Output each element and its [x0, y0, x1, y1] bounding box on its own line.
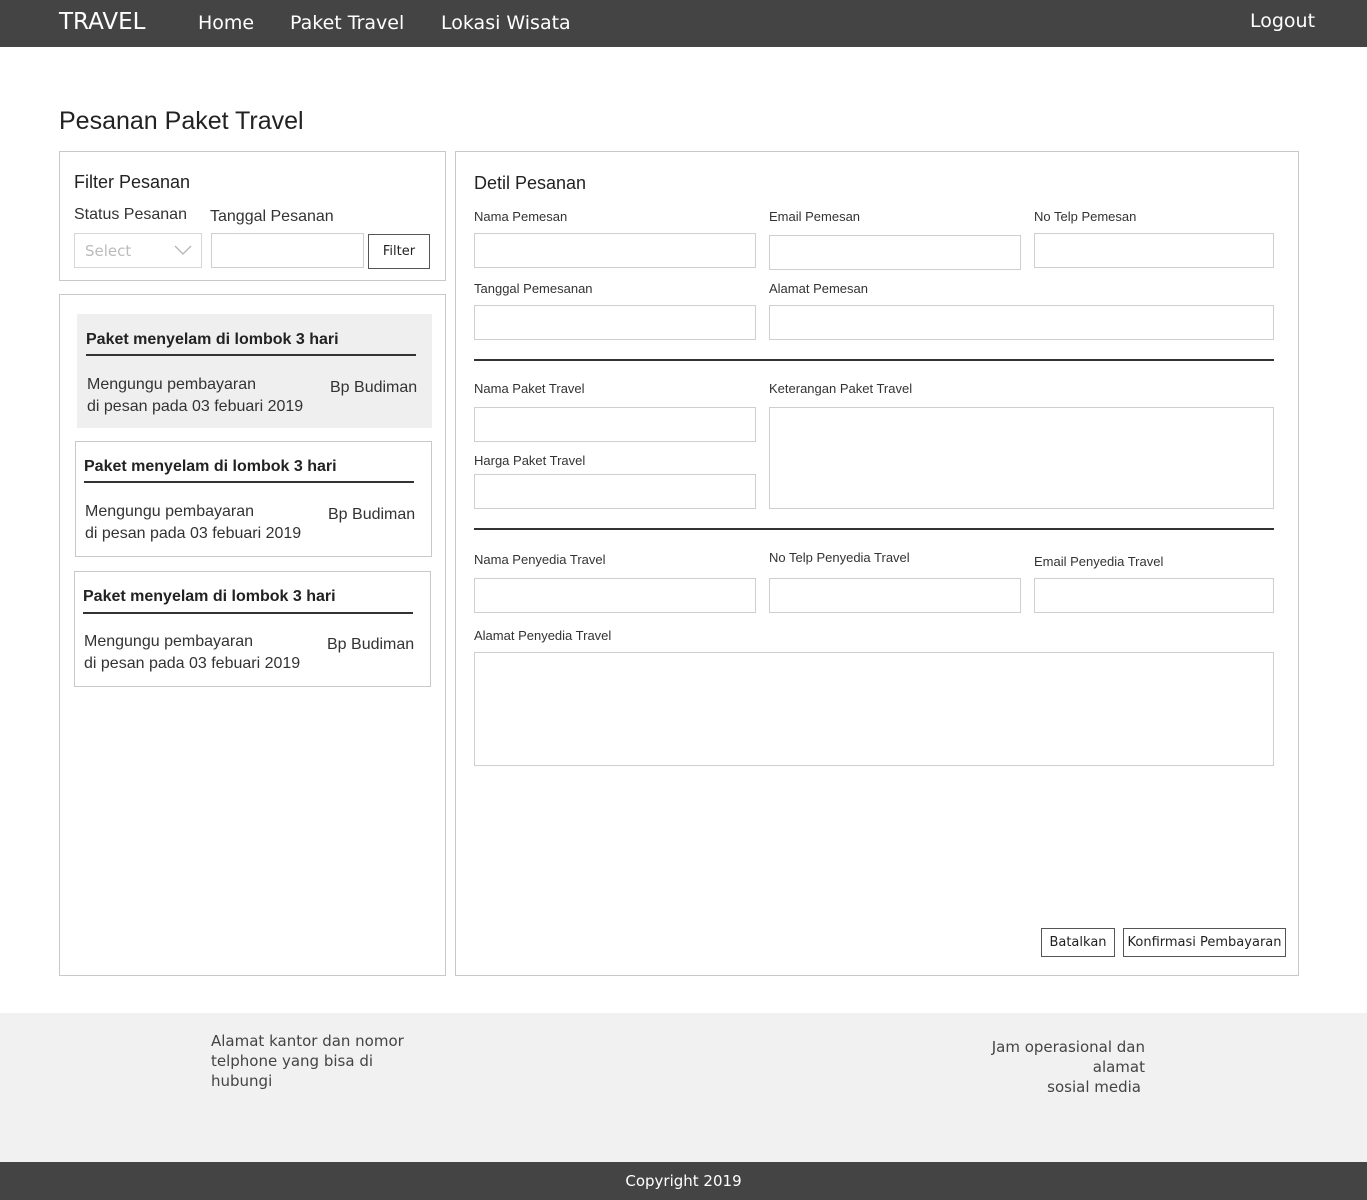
footer-contact-info: Alamat kantor dan nomor telphone yang bi… — [211, 1031, 404, 1091]
brand-logo[interactable]: TRAVEL — [59, 9, 145, 35]
order-divider — [86, 354, 416, 356]
order-divider — [84, 481, 414, 483]
footer-contact-line: telphone yang bisa di — [211, 1052, 374, 1070]
nav-link-paket-travel[interactable]: Paket Travel — [290, 12, 404, 34]
email-pemesan-label: Email Pemesan — [769, 209, 861, 224]
status-label: Status Pesanan — [74, 206, 187, 223]
nav-link-home[interactable]: Home — [198, 12, 254, 34]
order-date: di pesan pada 03 febuari 2019 — [84, 655, 301, 672]
tanggal-pemesanan-field[interactable] — [474, 305, 756, 340]
nama-pemesan-field[interactable] — [474, 233, 756, 268]
harga-paket-label: Harga Paket Travel — [474, 453, 586, 468]
order-customer: Bp Budiman — [327, 636, 415, 653]
order-title: Paket menyelam di lombok 3 hari — [83, 588, 336, 605]
order-date: di pesan pada 03 febuari 2019 — [85, 525, 302, 542]
filter-button[interactable]: Filter — [368, 234, 430, 269]
footer-hours-line: sosial media — [1047, 1078, 1141, 1096]
logout-link[interactable]: Logout — [1250, 10, 1315, 32]
order-customer: Bp Budiman — [330, 379, 418, 396]
email-penyedia-field[interactable] — [1034, 578, 1274, 613]
section-divider — [474, 359, 1274, 361]
nama-paket-field[interactable] — [474, 407, 756, 442]
footer — [0, 1013, 1367, 1162]
order-status: Mengungu pembayaran — [85, 503, 255, 520]
status-select-value: Select — [85, 242, 132, 260]
confirm-payment-button[interactable]: Konfirmasi Pembayaran — [1123, 928, 1286, 957]
email-pemesan-field[interactable] — [769, 235, 1021, 270]
footer-contact-line: Alamat kantor dan nomor — [211, 1032, 404, 1050]
copyright-text: Copyright 2019 — [625, 1172, 742, 1190]
alamat-pemesan-field[interactable] — [769, 305, 1274, 340]
nama-penyedia-label: Nama Penyedia Travel — [474, 552, 606, 567]
order-date: di pesan pada 03 febuari 2019 — [87, 398, 304, 415]
section-divider — [474, 528, 1274, 530]
telp-pemesan-field[interactable] — [1034, 233, 1274, 268]
order-title: Paket menyelam di lombok 3 hari — [84, 458, 337, 475]
footer-hours-line: Jam operasional dan alamat — [991, 1038, 1145, 1076]
alamat-pemesan-label: Alamat Pemesan — [769, 281, 868, 296]
alamat-penyedia-textarea[interactable] — [474, 652, 1274, 766]
order-customer: Bp Budiman — [328, 506, 416, 523]
order-divider — [83, 612, 413, 614]
status-select[interactable]: Select — [74, 233, 202, 268]
date-input[interactable] — [211, 233, 364, 268]
nama-paket-label: Nama Paket Travel — [474, 381, 585, 396]
telp-penyedia-label: No Telp Penyedia Travel — [769, 550, 910, 565]
footer-contact-line: hubungi — [211, 1072, 273, 1090]
nama-pemesan-label: Nama Pemesan — [474, 209, 568, 224]
order-title: Paket menyelam di lombok 3 hari — [86, 331, 339, 348]
filter-title: Filter Pesanan — [74, 172, 191, 192]
footer-hours-info: Jam operasional dan alamat sosial media — [945, 1037, 1145, 1097]
date-label: Tanggal Pesanan — [210, 208, 334, 225]
telp-pemesan-label: No Telp Pemesan — [1034, 209, 1137, 224]
keterangan-paket-textarea[interactable] — [769, 407, 1274, 509]
detail-title: Detil Pesanan — [474, 173, 587, 193]
email-penyedia-label: Email Penyedia Travel — [1034, 554, 1164, 569]
order-status: Mengungu pembayaran — [87, 376, 257, 393]
order-status: Mengungu pembayaran — [84, 633, 254, 650]
nama-penyedia-field[interactable] — [474, 578, 756, 613]
page-title: Pesanan Paket Travel — [59, 107, 304, 135]
tanggal-pemesanan-label: Tanggal Pemesanan — [474, 281, 593, 296]
harga-paket-field[interactable] — [474, 474, 756, 509]
cancel-button[interactable]: Batalkan — [1041, 928, 1115, 957]
telp-penyedia-field[interactable] — [769, 578, 1021, 613]
nav-link-lokasi-wisata[interactable]: Lokasi Wisata — [441, 12, 571, 34]
alamat-penyedia-label: Alamat Penyedia Travel — [474, 628, 612, 643]
chevron-down-icon — [173, 240, 193, 260]
keterangan-paket-label: Keterangan Paket Travel — [769, 381, 913, 396]
